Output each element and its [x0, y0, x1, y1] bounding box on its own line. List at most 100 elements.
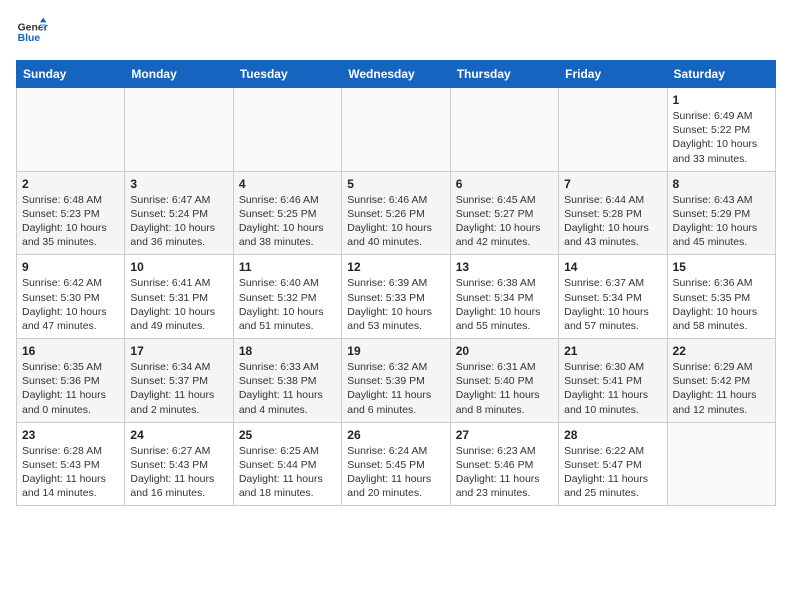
weekday-header: Monday	[125, 61, 233, 88]
cell-info: Sunrise: 6:41 AM Sunset: 5:31 PM Dayligh…	[130, 276, 227, 333]
cell-info: Sunrise: 6:37 AM Sunset: 5:34 PM Dayligh…	[564, 276, 661, 333]
day-number: 14	[564, 260, 661, 274]
calendar-cell: 20 Sunrise: 6:31 AM Sunset: 5:40 PM Dayli…	[450, 339, 558, 423]
cell-info: Sunrise: 6:47 AM Sunset: 5:24 PM Dayligh…	[130, 193, 227, 250]
calendar-cell: 12 Sunrise: 6:39 AM Sunset: 5:33 PM Dayli…	[342, 255, 450, 339]
cell-info: Sunrise: 6:31 AM Sunset: 5:40 PM Dayligh…	[456, 360, 553, 417]
calendar-cell: 10 Sunrise: 6:41 AM Sunset: 5:31 PM Dayli…	[125, 255, 233, 339]
cell-info: Sunrise: 6:28 AM Sunset: 5:43 PM Dayligh…	[22, 444, 119, 501]
calendar-cell: 3 Sunrise: 6:47 AM Sunset: 5:24 PM Daylig…	[125, 171, 233, 255]
calendar-cell: 28 Sunrise: 6:22 AM Sunset: 5:47 PM Dayli…	[559, 422, 667, 506]
calendar-cell: 13 Sunrise: 6:38 AM Sunset: 5:34 PM Dayli…	[450, 255, 558, 339]
cell-info: Sunrise: 6:42 AM Sunset: 5:30 PM Dayligh…	[22, 276, 119, 333]
weekday-header: Sunday	[17, 61, 125, 88]
cell-info: Sunrise: 6:46 AM Sunset: 5:26 PM Dayligh…	[347, 193, 444, 250]
cell-info: Sunrise: 6:35 AM Sunset: 5:36 PM Dayligh…	[22, 360, 119, 417]
cell-info: Sunrise: 6:40 AM Sunset: 5:32 PM Dayligh…	[239, 276, 336, 333]
logo-icon: General Blue	[16, 16, 48, 48]
calendar-cell: 8 Sunrise: 6:43 AM Sunset: 5:29 PM Daylig…	[667, 171, 775, 255]
calendar-cell: 4 Sunrise: 6:46 AM Sunset: 5:25 PM Daylig…	[233, 171, 341, 255]
calendar-cell: 23Sunrise: 6:28 AM Sunset: 5:43 PM Dayli…	[17, 422, 125, 506]
day-number: 24	[130, 428, 227, 442]
day-number: 7	[564, 177, 661, 191]
calendar-cell: 16 Sunrise: 6:35 AM Sunset: 5:36 PM Dayli…	[17, 339, 125, 423]
day-number: 21	[564, 344, 661, 358]
day-number: 9	[22, 260, 119, 274]
day-number: 13	[456, 260, 553, 274]
cell-info: Sunrise: 6:39 AM Sunset: 5:33 PM Dayligh…	[347, 276, 444, 333]
day-number: 5	[347, 177, 444, 191]
weekday-header: Saturday	[667, 61, 775, 88]
calendar-cell	[342, 88, 450, 172]
cell-info: Sunrise: 6:30 AM Sunset: 5:41 PM Dayligh…	[564, 360, 661, 417]
calendar-week-row: 1 Sunrise: 6:49 AM Sunset: 5:22 PM Daylig…	[17, 88, 776, 172]
cell-info: Sunrise: 6:36 AM Sunset: 5:35 PM Dayligh…	[673, 276, 770, 333]
calendar-cell	[559, 88, 667, 172]
calendar-cell: 15Sunrise: 6:36 AM Sunset: 5:35 PM Dayli…	[667, 255, 775, 339]
calendar-cell: 6 Sunrise: 6:45 AM Sunset: 5:27 PM Daylig…	[450, 171, 558, 255]
day-number: 27	[456, 428, 553, 442]
day-number: 17	[130, 344, 227, 358]
calendar-cell: 7 Sunrise: 6:44 AM Sunset: 5:28 PM Daylig…	[559, 171, 667, 255]
day-number: 28	[564, 428, 661, 442]
calendar-week-row: 23Sunrise: 6:28 AM Sunset: 5:43 PM Dayli…	[17, 422, 776, 506]
cell-info: Sunrise: 6:24 AM Sunset: 5:45 PM Dayligh…	[347, 444, 444, 501]
weekday-header: Wednesday	[342, 61, 450, 88]
cell-info: Sunrise: 6:27 AM Sunset: 5:43 PM Dayligh…	[130, 444, 227, 501]
day-number: 2	[22, 177, 119, 191]
day-number: 25	[239, 428, 336, 442]
calendar-cell: 2Sunrise: 6:48 AM Sunset: 5:23 PM Daylig…	[17, 171, 125, 255]
calendar-cell	[17, 88, 125, 172]
day-number: 22	[673, 344, 770, 358]
calendar-cell	[233, 88, 341, 172]
header: General Blue	[16, 16, 776, 48]
cell-info: Sunrise: 6:32 AM Sunset: 5:39 PM Dayligh…	[347, 360, 444, 417]
weekday-header: Thursday	[450, 61, 558, 88]
calendar-cell	[667, 422, 775, 506]
calendar-cell: 17 Sunrise: 6:34 AM Sunset: 5:37 PM Dayli…	[125, 339, 233, 423]
cell-info: Sunrise: 6:23 AM Sunset: 5:46 PM Dayligh…	[456, 444, 553, 501]
calendar-cell: 25 Sunrise: 6:25 AM Sunset: 5:44 PM Dayli…	[233, 422, 341, 506]
calendar-cell: 9 Sunrise: 6:42 AM Sunset: 5:30 PM Daylig…	[17, 255, 125, 339]
calendar-cell: 22 Sunrise: 6:29 AM Sunset: 5:42 PM Dayli…	[667, 339, 775, 423]
calendar-cell: 19 Sunrise: 6:32 AM Sunset: 5:39 PM Dayli…	[342, 339, 450, 423]
calendar-cell: 21 Sunrise: 6:30 AM Sunset: 5:41 PM Dayli…	[559, 339, 667, 423]
day-number: 16	[22, 344, 119, 358]
day-number: 12	[347, 260, 444, 274]
day-number: 19	[347, 344, 444, 358]
day-number: 11	[239, 260, 336, 274]
cell-info: Sunrise: 6:38 AM Sunset: 5:34 PM Dayligh…	[456, 276, 553, 333]
calendar-cell: 27 Sunrise: 6:23 AM Sunset: 5:46 PM Dayli…	[450, 422, 558, 506]
day-number: 26	[347, 428, 444, 442]
cell-info: Sunrise: 6:49 AM Sunset: 5:22 PM Dayligh…	[673, 109, 770, 166]
cell-info: Sunrise: 6:22 AM Sunset: 5:47 PM Dayligh…	[564, 444, 661, 501]
day-number: 20	[456, 344, 553, 358]
cell-info: Sunrise: 6:45 AM Sunset: 5:27 PM Dayligh…	[456, 193, 553, 250]
day-number: 6	[456, 177, 553, 191]
day-number: 10	[130, 260, 227, 274]
calendar-week-row: 16 Sunrise: 6:35 AM Sunset: 5:36 PM Dayli…	[17, 339, 776, 423]
calendar-cell: 11 Sunrise: 6:40 AM Sunset: 5:32 PM Dayli…	[233, 255, 341, 339]
cell-info: Sunrise: 6:43 AM Sunset: 5:29 PM Dayligh…	[673, 193, 770, 250]
cell-info: Sunrise: 6:25 AM Sunset: 5:44 PM Dayligh…	[239, 444, 336, 501]
calendar-cell: 26 Sunrise: 6:24 AM Sunset: 5:45 PM Dayli…	[342, 422, 450, 506]
day-number: 1	[673, 93, 770, 107]
svg-text:Blue: Blue	[18, 33, 41, 44]
cell-info: Sunrise: 6:33 AM Sunset: 5:38 PM Dayligh…	[239, 360, 336, 417]
cell-info: Sunrise: 6:44 AM Sunset: 5:28 PM Dayligh…	[564, 193, 661, 250]
day-number: 3	[130, 177, 227, 191]
day-number: 18	[239, 344, 336, 358]
calendar-cell: 18 Sunrise: 6:33 AM Sunset: 5:38 PM Dayli…	[233, 339, 341, 423]
weekday-header: Tuesday	[233, 61, 341, 88]
calendar-header-row: SundayMondayTuesdayWednesdayThursdayFrid…	[17, 61, 776, 88]
logo: General Blue	[16, 16, 48, 48]
calendar-cell: 24 Sunrise: 6:27 AM Sunset: 5:43 PM Dayli…	[125, 422, 233, 506]
calendar-table: SundayMondayTuesdayWednesdayThursdayFrid…	[16, 60, 776, 506]
day-number: 4	[239, 177, 336, 191]
cell-info: Sunrise: 6:29 AM Sunset: 5:42 PM Dayligh…	[673, 360, 770, 417]
cell-info: Sunrise: 6:46 AM Sunset: 5:25 PM Dayligh…	[239, 193, 336, 250]
cell-info: Sunrise: 6:34 AM Sunset: 5:37 PM Dayligh…	[130, 360, 227, 417]
calendar-cell: 5 Sunrise: 6:46 AM Sunset: 5:26 PM Daylig…	[342, 171, 450, 255]
calendar-cell: 14 Sunrise: 6:37 AM Sunset: 5:34 PM Dayli…	[559, 255, 667, 339]
day-number: 8	[673, 177, 770, 191]
